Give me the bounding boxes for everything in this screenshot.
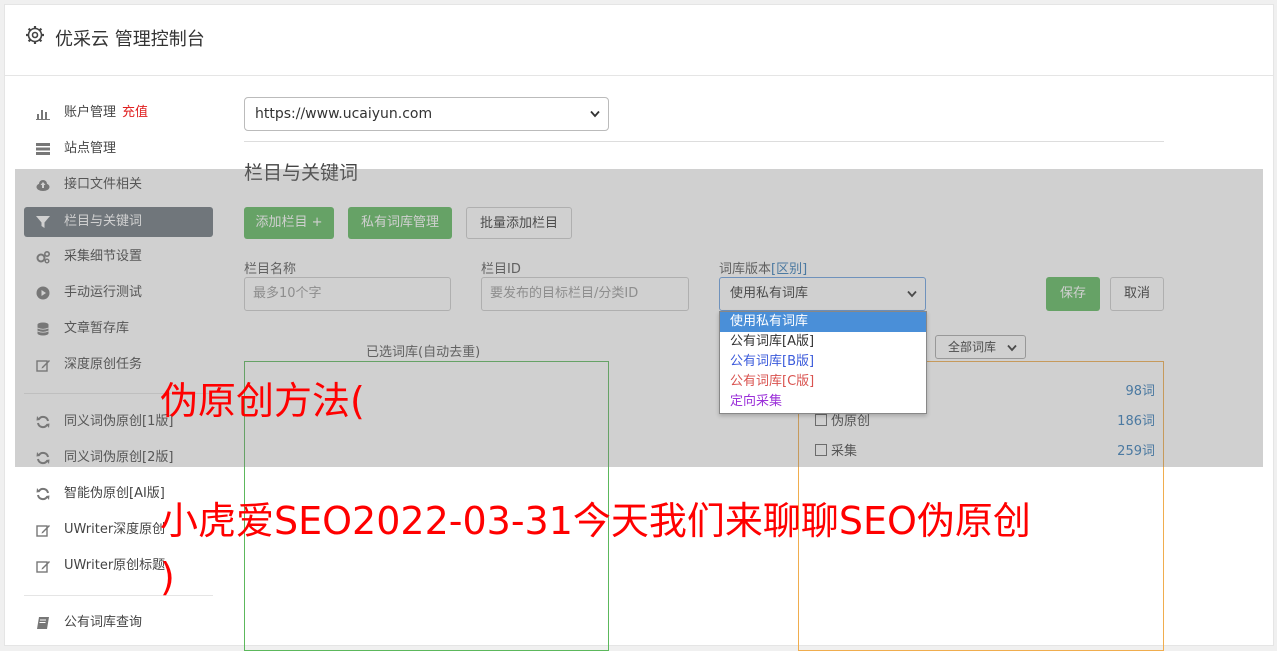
sidebar-item-label: 站点管理: [64, 141, 117, 156]
sidebar-item-label: 深度原创任务: [64, 357, 143, 372]
sidebar-item-columns[interactable]: 栏目与关键词: [24, 207, 213, 237]
cancel-button[interactable]: 取消: [1110, 277, 1164, 311]
column-id-label: 栏目ID: [481, 262, 521, 277]
library-filter-value: 全部词库: [948, 340, 997, 354]
library-checkbox[interactable]: [815, 444, 827, 456]
save-button[interactable]: 保存: [1046, 277, 1100, 311]
book-icon: [37, 617, 49, 629]
sidebar-item-label: 同义词伪原创[1版]: [64, 414, 174, 429]
library-version-select[interactable]: 使用私有词库: [719, 277, 926, 311]
server-icon: [36, 143, 50, 155]
section-title: 栏目与关键词: [244, 162, 359, 184]
difference-link[interactable]: [区别]: [771, 262, 807, 277]
watermark-line-3: ): [160, 555, 175, 599]
watermark-line-2: 小虎爱SEO2022-03-31今天我们来聊聊SEO伪原创: [160, 499, 1031, 543]
dropdown-option-targeted[interactable]: 定向采集: [720, 392, 926, 412]
recharge-link[interactable]: 充值: [122, 105, 148, 120]
sidebar-item-collect-settings[interactable]: 采集细节设置: [24, 242, 213, 272]
library-row[interactable]: 采集 259词: [815, 440, 1155, 460]
cloud-upload-icon: [36, 180, 50, 191]
refresh-icon: [36, 451, 50, 465]
edit-icon: [36, 525, 50, 537]
edit-icon: [36, 360, 50, 372]
private-library-button[interactable]: 私有词库管理: [348, 207, 452, 239]
library-filter-select[interactable]: 全部词库: [935, 335, 1026, 359]
console-header: 优采云 管理控制台: [5, 5, 1273, 76]
sidebar-item-uwriter-title[interactable]: UWriter原创标题: [24, 551, 213, 581]
sidebar-item-label: 接口文件相关: [64, 177, 143, 192]
library-count: 98词: [1125, 384, 1155, 399]
selected-libraries-title: 已选词库(自动去重): [366, 345, 481, 360]
column-name-input[interactable]: 最多10个字: [244, 277, 451, 311]
dropdown-option-public-c[interactable]: 公有词库[C版]: [720, 372, 926, 392]
sidebar-item-synonym-v2[interactable]: 同义词伪原创[2版]: [24, 443, 213, 473]
play-circle-icon: [36, 286, 50, 300]
refresh-icon: [36, 487, 50, 501]
sidebar-item-label: UWriter原创标题: [64, 558, 166, 573]
gears-icon: [36, 251, 50, 264]
sidebar-item-label: 智能伪原创[AI版]: [64, 486, 165, 501]
batch-add-column-button[interactable]: 批量添加栏目: [466, 207, 572, 239]
add-column-button[interactable]: 添加栏目 +: [244, 207, 334, 239]
bar-chart-icon: [36, 110, 50, 120]
filter-icon: [36, 216, 50, 228]
sidebar-item-account[interactable]: 账户管理 充值: [24, 98, 213, 128]
sidebar-item-article-store[interactable]: 文章暂存库: [24, 314, 213, 344]
sidebar-item-label: 手动运行测试: [64, 285, 143, 300]
library-version-label: 词库版本[区别]: [719, 262, 808, 277]
dropdown-option-public-b[interactable]: 公有词库[B版]: [720, 352, 926, 372]
library-version-dropdown[interactable]: 使用私有词库 公有词库[A版] 公有词库[B版] 公有词库[C版] 定向采集: [719, 311, 927, 414]
column-id-input[interactable]: 要发布的目标栏目/分类ID: [481, 277, 689, 311]
sidebar-item-label: 账户管理: [64, 105, 117, 120]
library-name: 采集: [831, 444, 858, 459]
chevron-down-icon: [907, 290, 917, 298]
chevron-down-icon: [1007, 344, 1017, 352]
chevron-down-icon: [590, 110, 600, 118]
library-checkbox[interactable]: [815, 414, 827, 426]
sidebar-divider: [24, 595, 213, 596]
refresh-icon: [36, 415, 50, 429]
page-title: 优采云 管理控制台: [55, 29, 205, 50]
column-name-label: 栏目名称: [244, 262, 297, 277]
site-select-value: https://www.ucaiyun.com: [255, 106, 433, 122]
gear-icon: [26, 26, 44, 44]
sidebar-item-label: 栏目与关键词: [64, 214, 143, 229]
sidebar-item-label: 公有词库查询: [64, 615, 143, 630]
database-icon: [37, 322, 49, 336]
library-count: 186词: [1117, 414, 1155, 429]
sidebar-item-public-lib-query[interactable]: 公有词库查询: [24, 608, 213, 638]
sidebar-item-label: 文章暂存库: [64, 321, 130, 336]
sidebar-item-label: UWriter深度原创: [64, 522, 166, 537]
sidebar-item-label: 采集细节设置: [64, 249, 143, 264]
watermark-line-1: 伪原创方法(: [160, 379, 365, 423]
site-select[interactable]: https://www.ucaiyun.com: [244, 97, 609, 131]
dropdown-option-private[interactable]: 使用私有词库: [720, 312, 926, 332]
divider: [244, 141, 1164, 142]
library-version-value: 使用私有词库: [730, 286, 809, 301]
edit-icon: [36, 561, 50, 573]
library-count: 259词: [1117, 444, 1155, 459]
sidebar-item-label: 同义词伪原创[2版]: [64, 450, 174, 465]
dropdown-option-public-a[interactable]: 公有词库[A版]: [720, 332, 926, 352]
sidebar-item-manual-run[interactable]: 手动运行测试: [24, 278, 213, 308]
sidebar-item-sites[interactable]: 站点管理: [24, 134, 213, 164]
sidebar-item-interface[interactable]: 接口文件相关: [24, 170, 213, 200]
